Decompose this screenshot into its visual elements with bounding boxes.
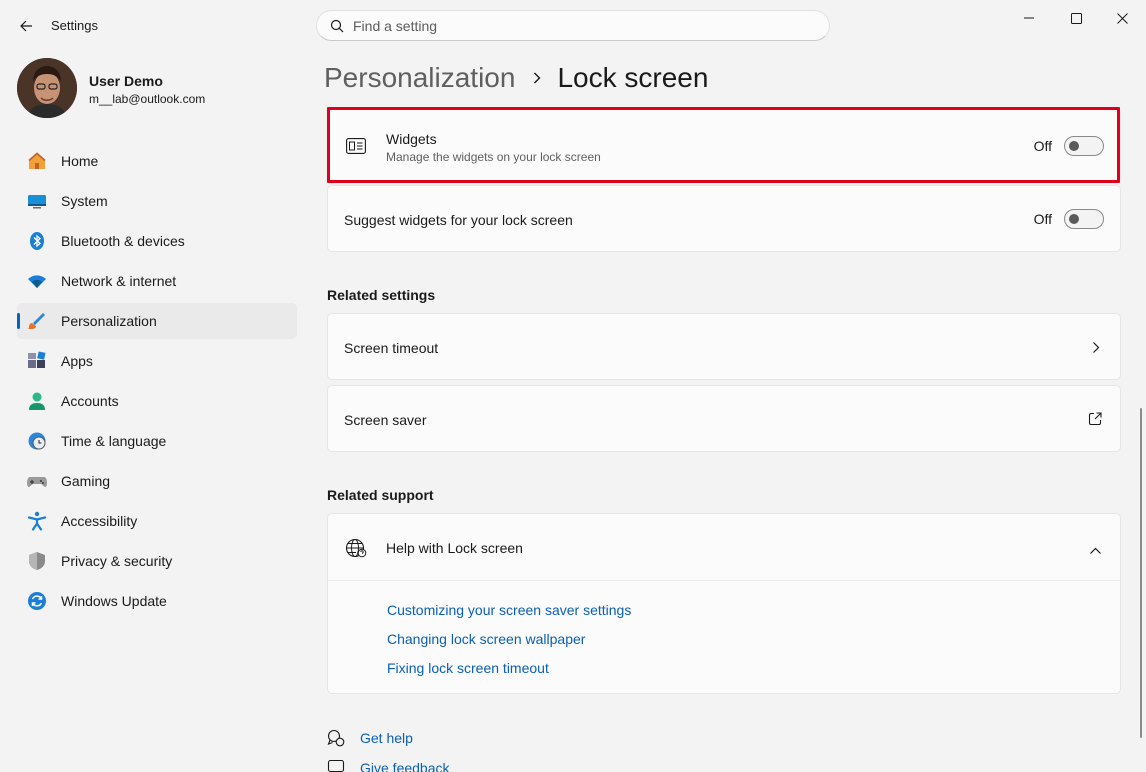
sidebar-item-label: Network & internet	[61, 273, 177, 289]
screen-saver-row[interactable]: Screen saver	[327, 385, 1121, 452]
breadcrumb: Personalization Lock screen	[324, 58, 708, 98]
help-link-wallpaper[interactable]: Changing lock screen wallpaper	[387, 631, 585, 647]
close-icon	[1116, 12, 1128, 24]
related-support-heading: Related support	[327, 487, 434, 503]
widgets-subtitle: Manage the widgets on your lock screen	[386, 150, 601, 164]
toggle-switch[interactable]	[1064, 208, 1104, 229]
sidebar-item-label: Apps	[61, 353, 93, 369]
give-feedback-link[interactable]: Give feedback	[327, 759, 450, 772]
screen-saver-label: Screen saver	[344, 412, 427, 428]
open-external-icon	[1088, 412, 1102, 431]
avatar	[17, 58, 77, 118]
maximize-icon	[1070, 12, 1082, 24]
sidebar-item-bluetooth[interactable]: Bluetooth & devices	[17, 223, 297, 259]
sidebar-item-gaming[interactable]: Gaming	[17, 463, 297, 499]
sidebar-item-label: Privacy & security	[61, 553, 173, 569]
widgets-setting-row[interactable]: Widgets Manage the widgets on your lock …	[327, 108, 1121, 183]
help-link-screen-saver[interactable]: Customizing your screen saver settings	[387, 602, 631, 618]
maximize-button[interactable]	[1053, 4, 1099, 32]
user-profile[interactable]: User Demo m__lab@outlook.com	[16, 57, 306, 119]
sidebar-item-label: Gaming	[61, 473, 111, 489]
home-icon	[27, 151, 47, 171]
close-button[interactable]	[1099, 4, 1145, 32]
apps-icon	[27, 351, 47, 371]
accessibility-icon	[27, 511, 47, 531]
app-title: Settings	[51, 18, 98, 33]
widgets-toggle[interactable]: Off	[1033, 135, 1104, 156]
back-arrow-icon	[20, 20, 32, 32]
sidebar-item-apps[interactable]: Apps	[17, 343, 297, 379]
widgets-toggle-state: Off	[1033, 137, 1052, 154]
widgets-title: Widgets	[386, 131, 437, 147]
back-button[interactable]	[14, 14, 38, 38]
search-box[interactable]	[316, 10, 830, 41]
help-card: Help with Lock screen Customizing your s…	[327, 513, 1121, 694]
sidebar-item-windows-update[interactable]: Windows Update	[17, 583, 297, 619]
title-bar: Settings	[0, 0, 1146, 50]
sidebar-item-network[interactable]: Network & internet	[17, 263, 297, 299]
chevron-up-icon[interactable]	[1089, 542, 1102, 560]
sidebar-item-label: Windows Update	[61, 593, 167, 609]
sidebar-item-privacy[interactable]: Privacy & security	[17, 543, 297, 579]
sidebar-item-label: System	[61, 193, 108, 209]
minimize-button[interactable]	[1006, 4, 1052, 32]
user-email: m__lab@outlook.com	[89, 92, 206, 106]
give-feedback-label: Give feedback	[360, 760, 450, 772]
screen-timeout-row[interactable]: Screen timeout	[327, 313, 1121, 380]
suggest-widgets-toggle[interactable]: Off	[1033, 208, 1104, 229]
chevron-right-icon	[533, 72, 541, 84]
sidebar-item-label: Accounts	[61, 393, 119, 409]
search-icon	[317, 19, 353, 33]
breadcrumb-parent[interactable]: Personalization	[324, 62, 515, 94]
sidebar-item-personalization[interactable]: Personalization	[17, 303, 297, 339]
sidebar-item-system[interactable]: System	[17, 183, 297, 219]
sidebar-item-accessibility[interactable]: Accessibility	[17, 503, 297, 539]
account-icon	[27, 391, 47, 411]
chevron-right-icon	[1092, 341, 1100, 359]
bluetooth-icon	[27, 231, 47, 251]
brush-icon	[27, 311, 47, 331]
clock-globe-icon	[27, 431, 47, 451]
help-globe-icon	[345, 538, 367, 563]
toggle-switch[interactable]	[1064, 135, 1104, 156]
wifi-icon	[27, 271, 47, 291]
scrollbar-thumb[interactable]	[1140, 408, 1142, 738]
sidebar-item-label: Time & language	[61, 433, 167, 449]
suggest-toggle-state: Off	[1033, 210, 1052, 227]
gamepad-icon	[27, 471, 47, 491]
get-help-link[interactable]: Get help	[327, 729, 413, 747]
update-icon	[27, 591, 47, 611]
help-link-timeout[interactable]: Fixing lock screen timeout	[387, 660, 549, 676]
sidebar-nav: Home System Bluetooth & devices Network …	[17, 143, 297, 623]
get-help-label: Get help	[360, 730, 413, 746]
shield-icon	[27, 551, 47, 571]
search-input[interactable]	[353, 17, 793, 34]
help-expander-header[interactable]: Help with Lock screen	[328, 514, 1120, 581]
minimize-icon	[1024, 17, 1034, 19]
sidebar-item-accounts[interactable]: Accounts	[17, 383, 297, 419]
help-title: Help with Lock screen	[386, 540, 523, 556]
feedback-icon	[327, 759, 347, 772]
page-title: Lock screen	[557, 62, 709, 93]
sidebar-item-label: Personalization	[61, 313, 157, 329]
suggest-widgets-row[interactable]: Suggest widgets for your lock screen Off	[327, 185, 1121, 252]
suggest-widgets-title: Suggest widgets for your lock screen	[344, 212, 573, 228]
sidebar-item-label: Accessibility	[61, 513, 138, 529]
related-settings-heading: Related settings	[327, 287, 436, 303]
sidebar-item-label: Bluetooth & devices	[61, 233, 185, 249]
user-name: User Demo	[89, 73, 163, 89]
system-icon	[27, 191, 47, 211]
sidebar-item-home[interactable]: Home	[17, 143, 297, 179]
sidebar-item-label: Home	[61, 153, 99, 169]
screen-timeout-label: Screen timeout	[344, 340, 439, 356]
widgets-icon	[346, 138, 366, 159]
get-help-icon	[327, 729, 347, 747]
sidebar-item-time-language[interactable]: Time & language	[17, 423, 297, 459]
